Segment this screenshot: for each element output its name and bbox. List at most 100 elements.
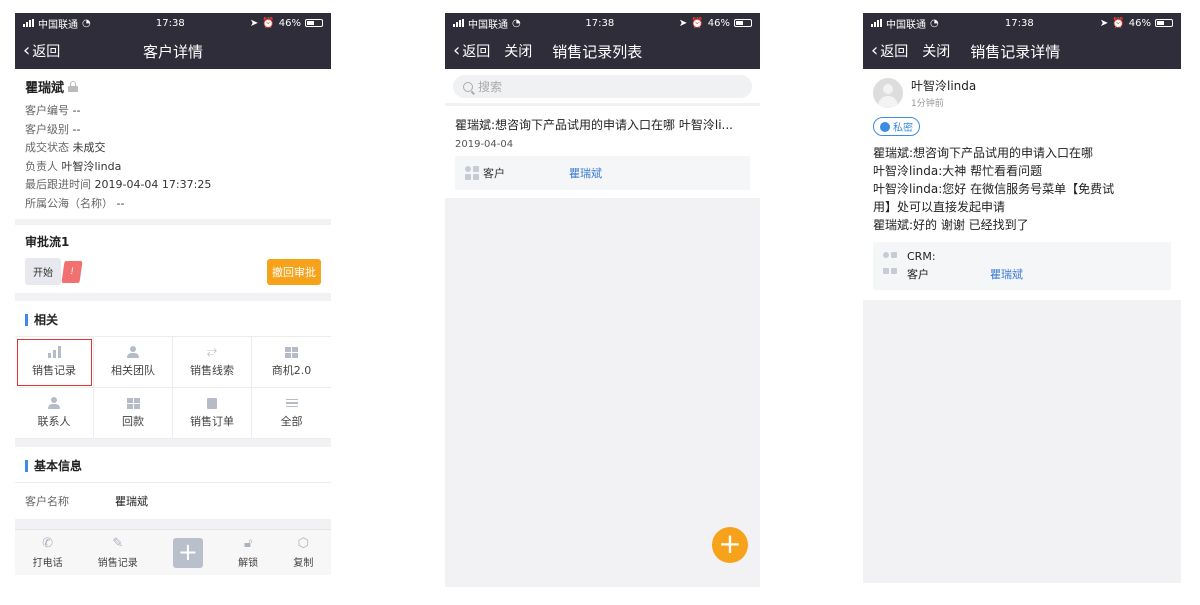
related-item-contact[interactable]: 联系人 xyxy=(15,388,94,439)
field-value: 叶智泠linda xyxy=(61,159,122,173)
clock: 17:38 xyxy=(1004,17,1034,29)
field-label: 负责人 xyxy=(25,159,58,173)
lock-icon xyxy=(68,81,79,92)
clock: 17:38 xyxy=(155,17,185,29)
related-item-opportunity[interactable]: 商机2.0 xyxy=(252,337,331,388)
revoke-approval-button[interactable]: 撤回审批 xyxy=(267,258,321,285)
field-label: 最后跟进时间 xyxy=(25,178,91,191)
search-icon xyxy=(463,81,473,92)
carrier-label: 中国联通 xyxy=(468,19,508,31)
customer-name: 瞿瑞斌 xyxy=(25,81,65,96)
signal-icon xyxy=(23,19,34,27)
related-item-order[interactable]: 销售订单 xyxy=(173,388,252,439)
wifi-icon: ◔ xyxy=(82,17,91,29)
field-label: 客户名称 xyxy=(25,495,69,508)
record-content: 瞿瑞斌:想咨询下产品试用的申请入口在哪 叶智泠linda:大神 帮忙看看问题 叶… xyxy=(873,144,1171,234)
step-alert: ! xyxy=(61,260,83,283)
record-date: 2019-04-04 xyxy=(455,139,514,150)
unlock-button[interactable]: 🔓︎ 解锁 xyxy=(238,535,258,569)
related-item-label: 联系人 xyxy=(37,415,71,428)
basic-info-section: 基本信息 客户名称 瞿瑞斌 xyxy=(15,447,331,519)
crm-label: CRM: xyxy=(907,250,936,263)
related-item-payment[interactable]: 回款 xyxy=(94,388,173,439)
related-item-label: 销售订单 xyxy=(190,415,234,428)
related-item-label: 相关团队 xyxy=(111,364,155,377)
related-section: 相关 销售记录 相关团队 ⥂ 销售线索 商机2.0 联系人 回款 销售订单 全部 xyxy=(15,301,331,439)
sales-record-button[interactable]: ✎ 销售记录 xyxy=(98,535,138,569)
close-button[interactable]: 关闭 xyxy=(922,41,950,61)
bar-chart-icon xyxy=(47,346,61,358)
back-button[interactable]: ‹ 返回 xyxy=(23,41,60,61)
nav-bar: ‹ 返回 客户详情 xyxy=(15,33,331,69)
unlock-icon: 🔓︎ xyxy=(243,535,253,551)
field-row: 负责人 叶智泠linda xyxy=(25,158,321,177)
grid-icon xyxy=(285,346,299,358)
privacy-badge: 私密 xyxy=(873,117,920,136)
copy-button[interactable]: ⬡ 复制 xyxy=(293,535,314,569)
related-item-label: 回款 xyxy=(122,415,144,428)
related-item-leads[interactable]: ⥂ 销售线索 xyxy=(173,337,252,388)
field-value: -- xyxy=(72,104,81,117)
tab-label: 打电话 xyxy=(32,557,63,569)
phone-icon: ✆ xyxy=(42,535,54,551)
content-line: 瞿瑞斌:想咨询下产品试用的申请入口在哪 xyxy=(873,146,1094,160)
nav-bar: ‹ 返回 关闭 销售记录详情 xyxy=(863,33,1181,69)
related-item-label: 销售记录 xyxy=(32,364,76,377)
battery-icon xyxy=(1154,19,1173,27)
field-value: 2019-04-04 17:37:25 xyxy=(94,178,212,191)
related-title: 相关 xyxy=(15,301,331,336)
wifi-icon: ◔ xyxy=(512,17,521,29)
edit-icon: ✎ xyxy=(112,535,124,551)
related-grid: 销售记录 相关团队 ⥂ 销售线索 商机2.0 联系人 回款 销售订单 全部 xyxy=(15,336,331,439)
alarm-icon: ⏰ xyxy=(1112,17,1125,29)
search-bar: 搜索 xyxy=(445,69,760,103)
customer-info-card: 瞿瑞斌 客户编号 -- 客户级别 -- 成交状态 未成交 负责人 叶智泠lind… xyxy=(15,69,331,219)
content-line: 用】处可以直接发起申请 xyxy=(873,200,1006,214)
field-label: 客户级别 xyxy=(25,122,69,136)
relation-link[interactable]: 瞿瑞斌 xyxy=(990,266,1023,282)
related-item-sales-record[interactable]: 销售记录 xyxy=(15,337,94,388)
field-row: 所属公海（名称） -- xyxy=(25,195,321,214)
customer-name-field: 客户名称 瞿瑞斌 xyxy=(15,482,331,519)
back-button[interactable]: ‹ 返回 xyxy=(871,41,908,61)
customer-name-row: 瞿瑞斌 xyxy=(25,77,321,96)
copy-icon: ⬡ xyxy=(297,535,310,551)
back-button[interactable]: ‹ 返回 xyxy=(453,41,490,61)
content-line: 叶智泠linda:您好 在微信服务号菜单【免费试 xyxy=(873,182,1115,196)
add-record-button[interactable]: + xyxy=(712,527,748,563)
post-time: 1分钟前 xyxy=(911,99,944,109)
avatar xyxy=(873,78,903,108)
field-value: -- xyxy=(72,122,81,136)
related-item-team[interactable]: 相关团队 xyxy=(94,337,173,388)
field-label: 客户编号 xyxy=(25,104,69,117)
field-label: 成交状态 xyxy=(25,141,69,154)
list-item[interactable]: 瞿瑞斌:想咨询下产品试用的申请入口在哪 叶智泠li... 2019-04-04 … xyxy=(445,106,760,198)
record-relation: 客户 瞿瑞斌 xyxy=(455,156,750,190)
team-icon xyxy=(126,346,140,358)
field-value: 瞿瑞斌 xyxy=(115,495,148,508)
status-bar: 中国联通 ◔ 17:38 ➤ ⏰ 46% xyxy=(445,13,760,33)
page-title: 客户详情 xyxy=(142,42,203,61)
author-name: 叶智泠linda xyxy=(911,79,977,93)
related-item-label: 销售线索 xyxy=(190,364,234,377)
page-title: 销售记录详情 xyxy=(970,42,1061,61)
battery-percent: 46% xyxy=(1128,17,1151,29)
close-button[interactable]: 关闭 xyxy=(504,41,532,61)
approval-card: 审批流1 开始 ! 撤回审批 xyxy=(15,225,331,293)
contact-icon xyxy=(47,397,61,409)
chevron-left-icon: ‹ xyxy=(453,40,461,61)
add-button[interactable]: + xyxy=(172,537,203,568)
related-item-all[interactable]: 全部 xyxy=(252,388,331,439)
battery-percent: 46% xyxy=(707,17,730,29)
tab-label: 复制 xyxy=(293,557,314,569)
relation-link[interactable]: 瞿瑞斌 xyxy=(569,165,602,181)
relation-label: 客户 xyxy=(907,268,929,281)
search-input[interactable]: 搜索 xyxy=(453,75,752,98)
call-button[interactable]: ✆ 打电话 xyxy=(32,535,63,569)
clock: 17:38 xyxy=(585,17,615,29)
basic-info-title: 基本信息 xyxy=(15,447,331,482)
chevron-left-icon: ‹ xyxy=(871,40,879,61)
battery-icon xyxy=(304,19,323,27)
author-row: 叶智泠linda 1分钟前 xyxy=(873,77,1171,109)
relation-label: 客户 xyxy=(483,167,505,180)
